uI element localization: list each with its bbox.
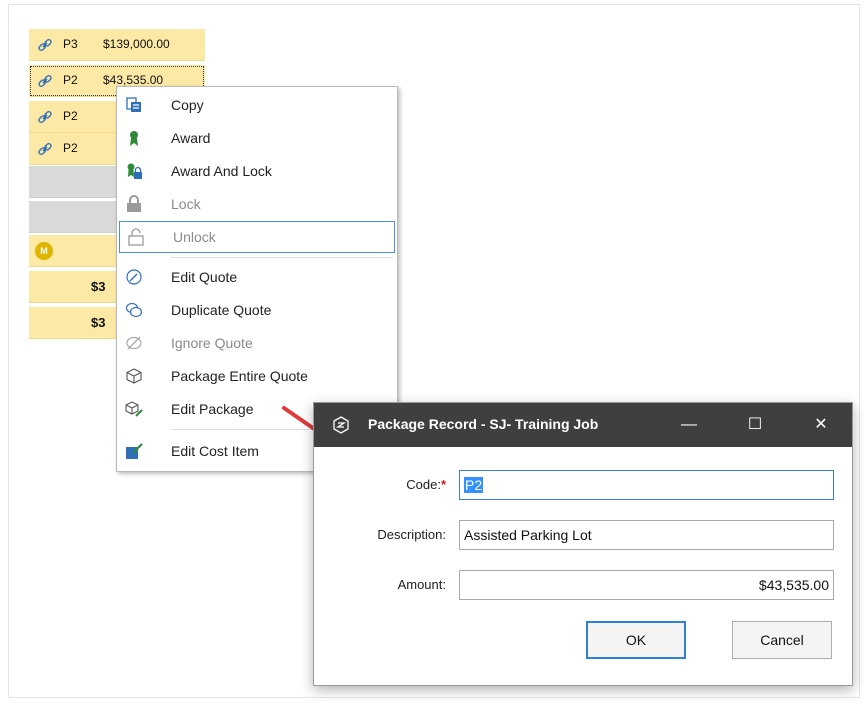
menu-item-label: Edit Cost Item <box>171 443 259 459</box>
menu-item-label: Edit Quote <box>171 269 238 285</box>
grid-row[interactable]: P3 $139,000.00 <box>29 29 205 61</box>
close-button[interactable]: ✕ <box>798 411 844 439</box>
description-input[interactable]: Assisted Parking Lot <box>459 520 834 550</box>
menu-separator <box>171 257 393 258</box>
ignore-quote-icon <box>126 336 142 350</box>
menu-item-label: Ignore Quote <box>171 335 253 351</box>
edit-package-icon <box>125 401 143 417</box>
code-input[interactable]: P2 <box>459 470 834 500</box>
menu-item-label: Package Entire Quote <box>171 368 308 384</box>
code-input-value: P2 <box>464 477 484 493</box>
package-record-dialog: Package Record - SJ- Training Job — ☐ ✕ … <box>313 402 853 686</box>
milestone-badge: M <box>35 242 53 260</box>
ok-button[interactable]: OK <box>586 621 686 659</box>
cancel-button[interactable]: Cancel <box>732 621 832 659</box>
edit-quote-icon <box>126 269 142 285</box>
minimize-button[interactable]: — <box>666 411 712 439</box>
menu-item-ignore-quote[interactable]: Ignore Quote <box>117 327 397 359</box>
code-label: Code:* <box>326 477 446 492</box>
menu-item-label: Unlock <box>173 229 216 245</box>
link-icon <box>38 110 52 124</box>
amount-label: Amount: <box>397 577 446 592</box>
maximize-button[interactable]: ☐ <box>732 411 778 439</box>
award-ribbon-icon <box>130 131 138 146</box>
menu-item-package-entire-quote[interactable]: Package Entire Quote <box>117 360 397 392</box>
menu-item-label: Copy <box>171 97 204 113</box>
dialog-title-bar[interactable]: Package Record - SJ- Training Job — ☐ ✕ <box>314 403 852 447</box>
amount-input-value: $43,535.00 <box>758 577 829 593</box>
row-amount: $43,535.00 <box>103 73 164 87</box>
award-lock-icon <box>127 163 142 179</box>
link-icon <box>38 142 52 156</box>
link-icon <box>38 38 52 52</box>
copy-icon <box>126 97 141 112</box>
amount-input[interactable]: $43,535.00 <box>459 570 834 600</box>
lock-icon <box>127 195 141 212</box>
row-code: P3 <box>63 37 78 51</box>
menu-item-label: Edit Package <box>171 401 254 417</box>
menu-item-unlock[interactable]: Unlock <box>119 221 395 253</box>
duplicate-quote-icon <box>125 302 143 318</box>
row-amount: $139,000.00 <box>103 37 170 51</box>
menu-item-label: Lock <box>171 196 201 212</box>
package-icon <box>126 368 142 384</box>
unlock-icon <box>128 228 144 246</box>
menu-item-lock[interactable]: Lock <box>117 188 397 220</box>
row-code: P2 <box>63 109 78 123</box>
row-code: P2 <box>63 73 78 87</box>
edit-cost-item-icon <box>126 443 143 459</box>
app-logo-icon <box>333 416 349 434</box>
total-amount: $3 <box>91 315 106 330</box>
description-input-value: Assisted Parking Lot <box>464 527 592 543</box>
row-code: P2 <box>63 141 78 155</box>
total-amount: $3 <box>91 279 106 294</box>
required-marker: * <box>440 477 446 492</box>
menu-item-label: Award <box>171 130 211 146</box>
menu-item-duplicate-quote[interactable]: Duplicate Quote <box>117 294 397 326</box>
link-icon <box>38 74 52 88</box>
description-label: Description: <box>377 527 446 542</box>
menu-item-label: Duplicate Quote <box>171 302 272 318</box>
menu-item-award[interactable]: Award <box>117 122 397 154</box>
menu-item-edit-quote[interactable]: Edit Quote <box>117 261 397 293</box>
menu-item-award-and-lock[interactable]: Award And Lock <box>117 155 397 187</box>
code-label-text: Code: <box>406 477 441 492</box>
dialog-title: Package Record - SJ- Training Job <box>368 416 599 432</box>
menu-item-copy[interactable]: Copy <box>117 89 397 121</box>
menu-item-label: Award And Lock <box>171 163 272 179</box>
